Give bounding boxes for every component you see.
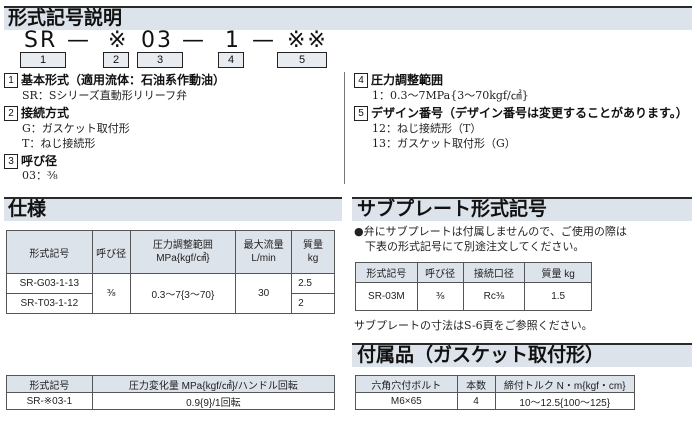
pressure-value: 0.9{9}/1回転 — [91, 392, 336, 410]
subplate-header: 呼び径 — [416, 262, 464, 283]
item-heading: 呼び径 — [21, 154, 58, 168]
code-box-2: 2 — [103, 52, 129, 68]
item-line: 03：⅜ — [22, 169, 58, 182]
item-heading: 基本形式（適用流体：石油系作動油） — [21, 73, 226, 87]
accessory-bolt: M6×65 — [355, 392, 458, 410]
item-line: 12：ねじ接続形（T） — [372, 122, 482, 135]
spec-model: SR-T03-1-12 — [6, 293, 93, 314]
subplate-mass: 1.5 — [524, 282, 592, 311]
spec-model: SR-G03-1-13 — [6, 273, 93, 294]
subplate-note: 下表の形式記号にて別途注文してください。 — [354, 240, 585, 253]
item-heading: 接続方式 — [21, 106, 70, 120]
spec-flow: 30 — [235, 273, 293, 314]
item-line: T：ねじ接続形 — [22, 137, 96, 150]
model-section-title: 形式記号説明 — [8, 7, 123, 29]
code-connection: ※ — [108, 28, 129, 53]
subplate-header: 形式記号 — [355, 262, 418, 283]
subplate-note: ●弁にサブプレートは付属しませんので、ご使用の際は — [354, 225, 627, 238]
item-line: 13：ガスケット取付形（G） — [372, 137, 516, 150]
code-pressure: 1 — [225, 28, 241, 53]
spec-header: 最大流量 L/min — [235, 230, 293, 274]
spec-table: 形式記号 呼び径 圧力調整範囲 MPa{kgf/㎠} 最大流量 L/min 質量… — [6, 230, 335, 314]
item-line: G：ガスケット取付形 — [22, 122, 130, 135]
subplate-table: 形式記号 呼び径 接続口径 質量 kg SR-03M ⅜ Rc⅜ 1.5 — [355, 262, 592, 311]
code-design: ※※ — [287, 28, 328, 53]
subplate-model: SR-03M — [355, 282, 418, 311]
accessory-header: 本数 — [456, 375, 496, 393]
subplate-header: 接続口径 — [462, 262, 526, 283]
spec-header: 質量 kg — [291, 230, 335, 274]
code-box-3: 3 — [137, 52, 183, 68]
pressure-header: 形式記号 — [6, 375, 93, 393]
code-box-4: 4 — [218, 52, 244, 68]
spec-pressure: 0.3～7{3～70} — [129, 273, 237, 314]
code-dash: — — [182, 28, 206, 53]
spec-mass: 2 — [291, 293, 335, 314]
subplate-section-title: サブプレート形式記号 — [357, 198, 548, 220]
code-series: SR — [24, 28, 58, 53]
item-line: 1：0.3～7MPa{3～70kgf/㎠} — [372, 89, 529, 102]
item-number: 4 — [354, 73, 368, 88]
spec-header: 形式記号 — [6, 230, 93, 274]
code-dash: — — [67, 28, 91, 53]
item-heading: デザイン番号（デザイン番号は変更することがあります。） — [371, 106, 688, 120]
spec-size: ⅜ — [91, 273, 131, 314]
accessory-table: 六角穴付ボルト 本数 締付トルク N・m{kgf・cm} M6×65 4 10～… — [355, 375, 635, 410]
item-heading: 圧力調整範囲 — [371, 73, 444, 87]
item-number: 5 — [354, 106, 368, 121]
subplate-size: ⅜ — [416, 282, 464, 311]
accessory-header: 六角穴付ボルト — [355, 375, 458, 393]
code-box-5: 5 — [277, 52, 327, 68]
code-dash: — — [252, 28, 276, 53]
spec-header: 呼び径 — [91, 230, 131, 274]
item-number: 1 — [4, 73, 18, 88]
pressure-model: SR-※03-1 — [6, 392, 93, 410]
accessory-header: 締付トルク N・m{kgf・cm} — [494, 375, 635, 393]
spec-section-title: 仕様 — [8, 198, 47, 220]
pressure-header: 圧力変化量 MPa{kgf/㎠}/ハンドル回転 — [91, 375, 336, 393]
item-line: SR：Sシリーズ直動形リリーフ弁 — [22, 89, 188, 102]
spec-header: 圧力調整範囲 MPa{kgf/㎠} — [129, 230, 237, 274]
item-number: 3 — [4, 154, 18, 169]
item-number: 2 — [4, 106, 18, 121]
subplate-header: 質量 kg — [524, 262, 592, 283]
code-box-1: 1 — [20, 52, 66, 68]
column-divider — [344, 72, 345, 184]
spec-section-header — [4, 197, 342, 221]
spec-mass: 2.5 — [291, 273, 335, 294]
pressure-change-table: 形式記号 圧力変化量 MPa{kgf/㎠}/ハンドル回転 SR-※03-1 0.… — [6, 375, 336, 410]
accessory-torque: 10～12.5{100～125} — [494, 392, 635, 410]
subplate-footnote: サブプレートの寸法はS-6頁をご参照ください。 — [354, 319, 593, 332]
accessory-qty: 4 — [456, 392, 496, 410]
accessory-section-title: 付属品（ガスケット取付形） — [357, 344, 605, 366]
code-size: 03 — [141, 28, 173, 53]
subplate-port: Rc⅜ — [462, 282, 526, 311]
